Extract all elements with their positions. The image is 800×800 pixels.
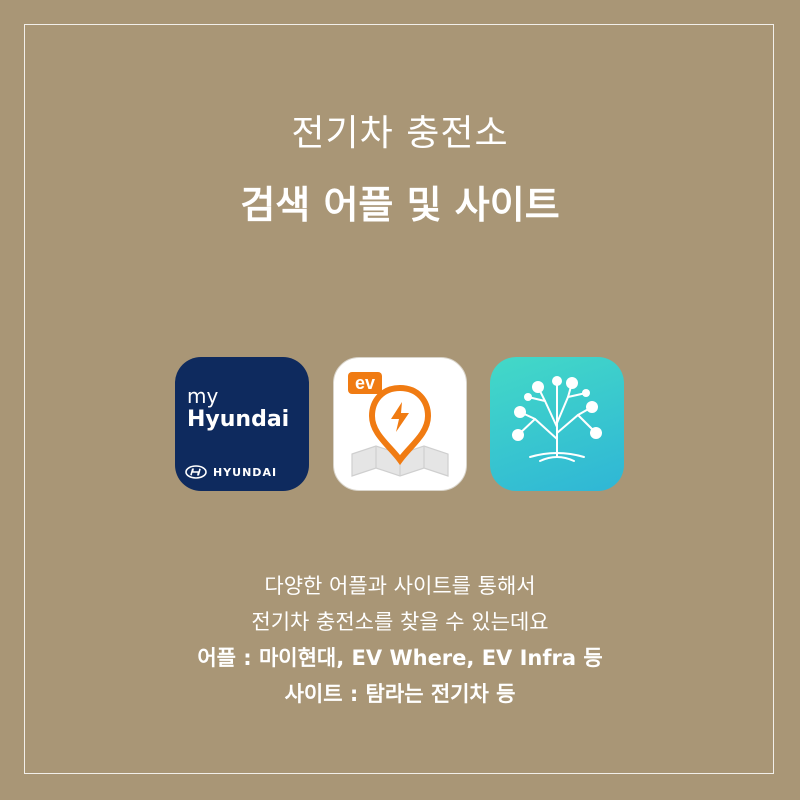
evwhere-app-icon[interactable]: ev <box>333 357 467 491</box>
hyundai-logo-icon <box>185 465 207 479</box>
description: 다양한 어플과 사이트를 통해서 전기차 충전소를 찾을 수 있는데요 어플 :… <box>0 568 800 712</box>
hyundai-brand-text: HYUNDAI <box>213 465 278 479</box>
myhyundai-label-my: my <box>187 384 219 408</box>
description-sites-line: 사이트 : 탐라는 전기차 등 <box>284 682 516 706</box>
ev-pin-map-icon: ev <box>348 372 449 477</box>
myhyundai-label-hyundai: Hyundai <box>187 407 290 432</box>
evinfra-app-icon[interactable] <box>490 357 624 491</box>
svg-text:ev: ev <box>355 373 375 393</box>
hyundai-brand: HYUNDAI <box>185 465 299 479</box>
description-apps-line: 어플 : 마이현대, EV Where, EV Infra 등 <box>197 646 603 670</box>
description-line-1: 다양한 어플과 사이트를 통해서 <box>264 574 536 598</box>
tree-network-icon <box>512 376 602 462</box>
description-line-2: 전기차 충전소를 찾을 수 있는데요 <box>251 610 549 634</box>
heading-line-1: 전기차 충전소 <box>291 113 509 154</box>
myhyundai-app-icon[interactable]: my Hyundai HYUNDAI <box>175 357 309 491</box>
app-icons-row: my Hyundai HYUNDAI ev <box>175 357 625 491</box>
heading-line-2: 검색 어플 및 사이트 <box>240 183 560 227</box>
